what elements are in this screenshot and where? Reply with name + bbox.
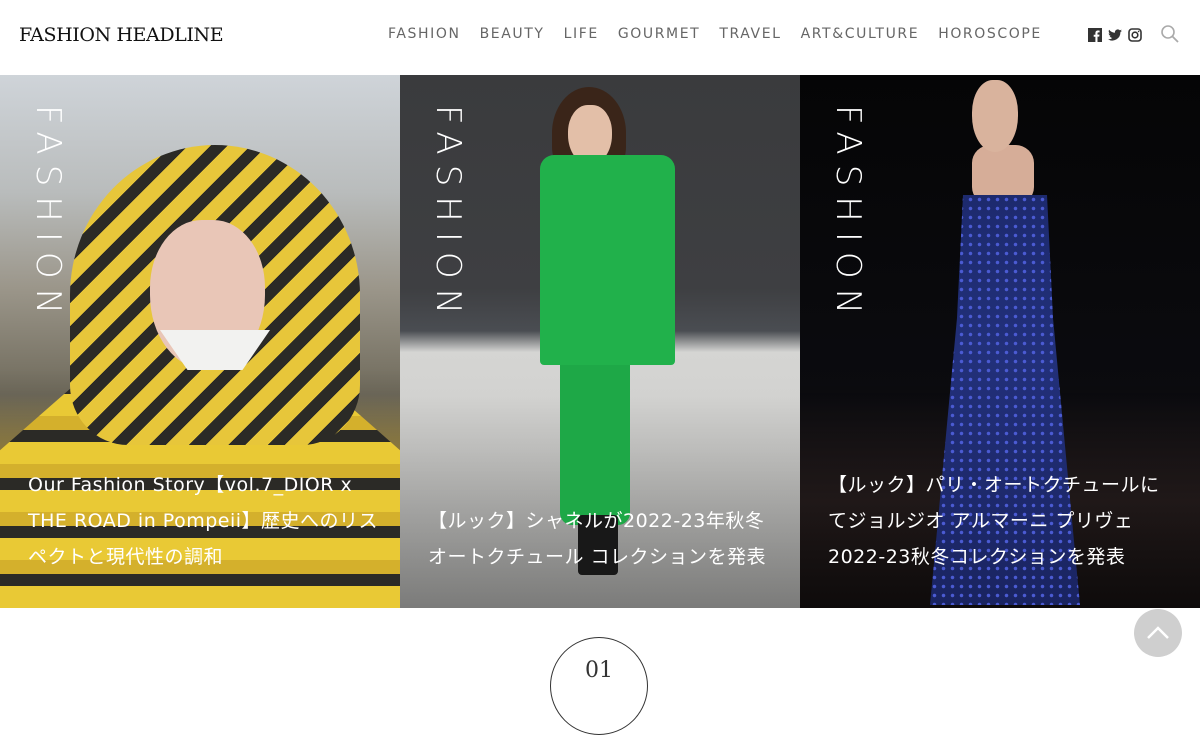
facebook-icon[interactable] bbox=[1088, 27, 1102, 42]
article-title[interactable]: 【ルック】パリ・オートクチュールにてジョルジオ アルマーニ プリヴェ 2022-… bbox=[828, 467, 1178, 575]
nav-travel[interactable]: TRAVEL bbox=[719, 26, 781, 42]
instagram-icon[interactable] bbox=[1128, 27, 1142, 42]
ranking-number: 01 bbox=[585, 658, 613, 683]
nav-life[interactable]: LIFE bbox=[564, 26, 599, 42]
featured-article-card[interactable]: FASHION 【ルック】パリ・オートクチュールにてジョルジオ アルマーニ プリ… bbox=[800, 75, 1200, 608]
main-nav: FASHION BEAUTY LIFE GOURMET TRAVEL ART&C… bbox=[388, 26, 1061, 42]
social-links bbox=[1088, 27, 1142, 42]
ranking-badge: 01 bbox=[550, 637, 648, 735]
category-label: FASHION bbox=[428, 105, 468, 325]
chevron-up-icon bbox=[1147, 626, 1169, 639]
featured-article-card[interactable]: FASHION Our Fashion Story【vol.7_DIOR x T… bbox=[0, 75, 400, 608]
featured-article-card[interactable]: FASHION 【ルック】シャネルが2022-23年秋冬オートクチュール コレク… bbox=[400, 75, 800, 608]
search-icon[interactable] bbox=[1160, 24, 1180, 44]
nav-horoscope[interactable]: HOROSCOPE bbox=[938, 26, 1042, 42]
category-label: FASHION bbox=[28, 105, 68, 325]
article-image bbox=[540, 155, 675, 365]
site-logo[interactable]: FASHION HEADLINE bbox=[19, 24, 224, 46]
featured-articles: FASHION Our Fashion Story【vol.7_DIOR x T… bbox=[0, 75, 1200, 608]
article-title[interactable]: Our Fashion Story【vol.7_DIOR x THE ROAD … bbox=[28, 467, 378, 575]
category-label: FASHION bbox=[828, 105, 868, 325]
nav-fashion[interactable]: FASHION bbox=[388, 26, 461, 42]
scroll-top-button[interactable] bbox=[1134, 609, 1182, 657]
nav-art-culture[interactable]: ART&CULTURE bbox=[801, 26, 920, 42]
article-image bbox=[972, 80, 1018, 152]
nav-beauty[interactable]: BEAUTY bbox=[480, 26, 545, 42]
twitter-icon[interactable] bbox=[1108, 27, 1122, 41]
nav-gourmet[interactable]: GOURMET bbox=[618, 26, 701, 42]
article-title[interactable]: 【ルック】シャネルが2022-23年秋冬オートクチュール コレクションを発表 bbox=[428, 503, 778, 575]
site-header: FASHION HEADLINE FASHION BEAUTY LIFE GOU… bbox=[0, 0, 1200, 75]
